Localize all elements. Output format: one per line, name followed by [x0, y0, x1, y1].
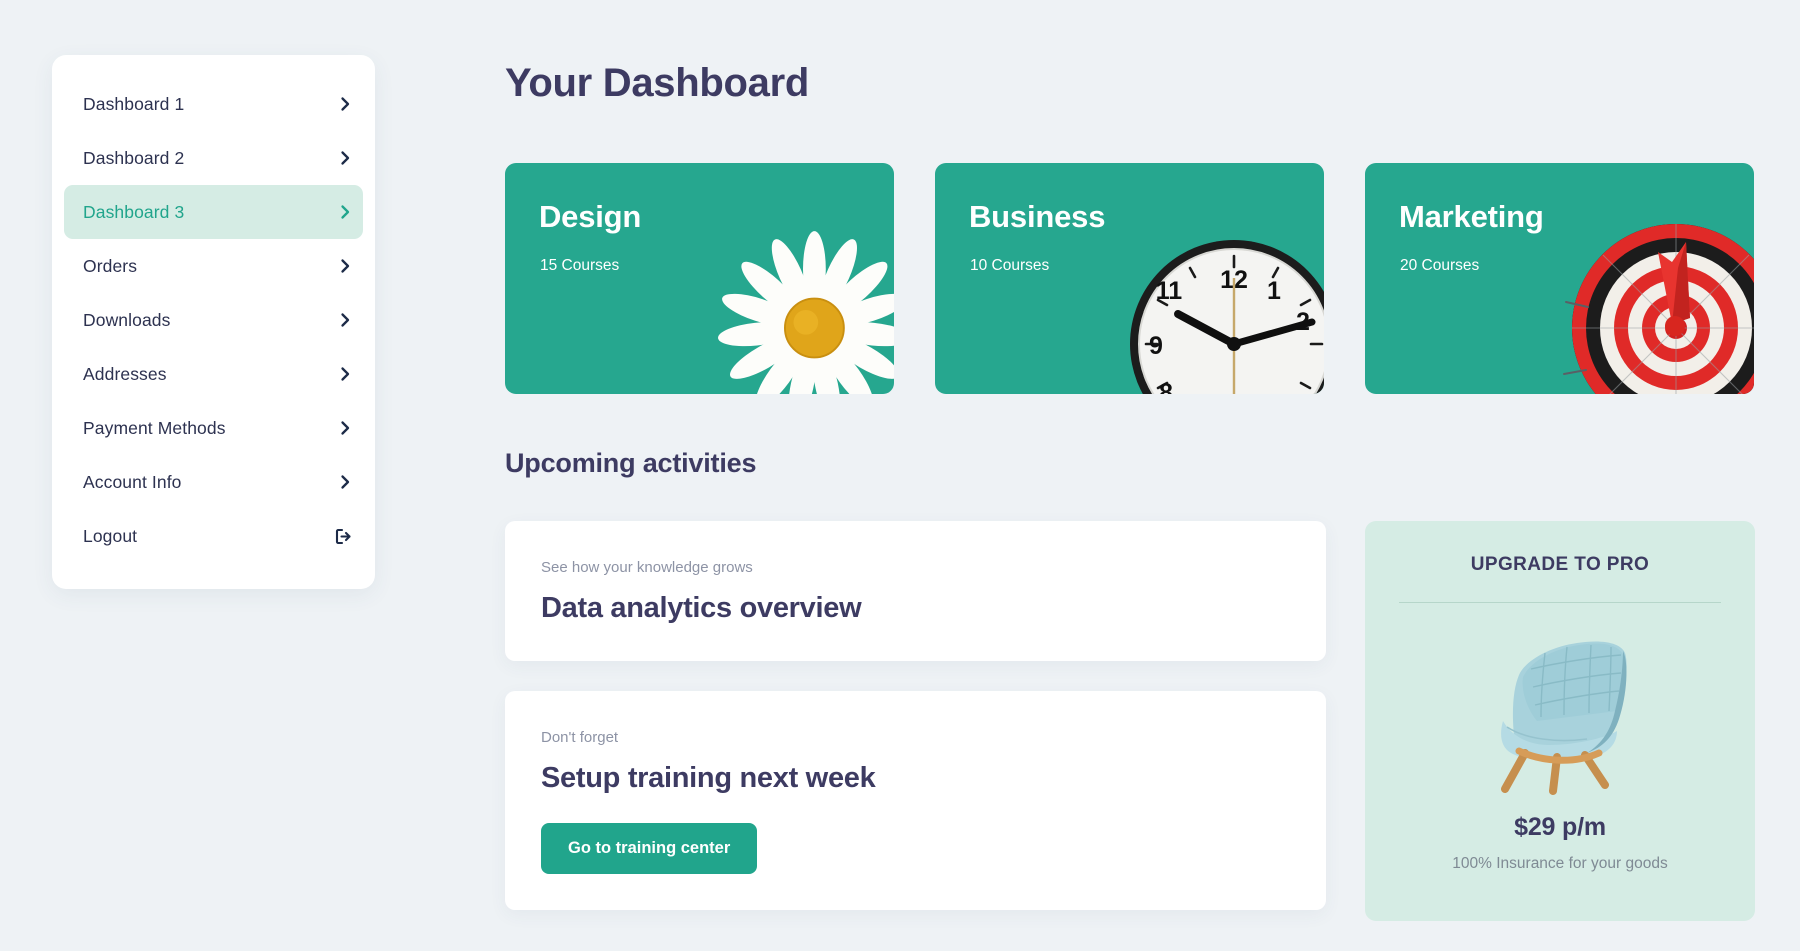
sidebar-item-downloads[interactable]: Downloads	[64, 293, 363, 347]
svg-text:12: 12	[1220, 266, 1248, 294]
upgrade-divider	[1399, 602, 1721, 603]
activity-kicker: See how your knowledge grows	[541, 559, 753, 576]
chevron-right-icon	[337, 474, 353, 490]
sidebar-item-label: Addresses	[83, 363, 167, 384]
go-to-training-center-button[interactable]: Go to training center	[541, 823, 758, 874]
activity-heading: Setup training next week	[541, 762, 876, 794]
course-card-marketing[interactable]: Marketing 20 Courses	[1365, 163, 1754, 394]
activity-kicker: Don't forget	[541, 729, 619, 746]
activity-heading: Data analytics overview	[541, 592, 862, 624]
sidebar-nav: Dashboard 1 Dashboard 2 Dashboard 3 Orde…	[52, 55, 375, 589]
upgrade-panel-title: UPGRADE TO PRO	[1470, 554, 1650, 575]
sidebar-item-label: Orders	[83, 255, 138, 276]
svg-text:2: 2	[1296, 308, 1310, 336]
sidebar-item-label: Payment Methods	[83, 417, 226, 438]
svg-text:9: 9	[1149, 332, 1163, 360]
course-card-count: 20 Courses	[1400, 257, 1480, 274]
activities-list: See how your knowledge grows Data analyt…	[505, 521, 1326, 910]
course-card-business[interactable]: Business 10 Courses 12 1 2 11 9 8 7	[935, 163, 1324, 394]
course-card-count: 15 Courses	[540, 257, 620, 274]
sidebar-item-dashboard-3[interactable]: Dashboard 3	[64, 185, 363, 239]
svg-text:8: 8	[1159, 379, 1173, 394]
sidebar-item-logout[interactable]: Logout	[64, 509, 363, 563]
dashboard-page: Dashboard 1 Dashboard 2 Dashboard 3 Orde…	[0, 0, 1800, 951]
logout-icon	[334, 527, 353, 546]
course-card-title: Business	[969, 199, 1106, 234]
chevron-right-icon	[337, 312, 353, 328]
sidebar-item-addresses[interactable]: Addresses	[64, 347, 363, 401]
sidebar-item-payment-methods[interactable]: Payment Methods	[64, 401, 363, 455]
activity-card-setup-training[interactable]: Don't forget Setup training next week Go…	[505, 691, 1326, 910]
sidebar-item-label: Dashboard 3	[83, 201, 185, 222]
sidebar-item-orders[interactable]: Orders	[64, 239, 363, 293]
sidebar-item-label: Logout	[83, 525, 138, 546]
section-title-upcoming-activities: Upcoming activities	[505, 448, 757, 478]
svg-text:11: 11	[1156, 277, 1183, 305]
chevron-right-icon	[337, 150, 353, 166]
course-card-design[interactable]: Design 15 Courses	[505, 163, 894, 394]
sidebar-item-account-info[interactable]: Account Info	[64, 455, 363, 509]
daisy-flower-image	[718, 231, 894, 394]
sidebar-item-label: Dashboard 1	[83, 93, 185, 114]
wall-clock-image: 12 1 2 11 9 8 7	[1130, 240, 1324, 394]
chevron-right-icon	[337, 366, 353, 382]
dartboard-target-image	[1563, 224, 1754, 394]
course-cards-row: Design 15 Courses Business 10 Courses 12…	[505, 163, 1755, 394]
sidebar-item-label: Dashboard 2	[83, 147, 185, 168]
svg-text:1: 1	[1267, 277, 1281, 305]
upgrade-to-pro-panel[interactable]: UPGRADE TO PRO $29 p/m 100% Insurance fo…	[1365, 521, 1755, 921]
sidebar-item-dashboard-1[interactable]: Dashboard 1	[64, 77, 363, 131]
upgrade-note: 100% Insurance for your goods	[1452, 855, 1668, 872]
main-content: Your Dashboard Design 15 Courses Busines…	[505, 0, 1755, 951]
sidebar-item-label: Account Info	[83, 471, 182, 492]
sidebar-item-label: Downloads	[83, 309, 171, 330]
upgrade-price: $29 p/m	[1514, 813, 1606, 841]
course-card-title: Marketing	[1399, 199, 1544, 234]
course-card-title: Design	[539, 199, 642, 234]
chevron-right-icon	[337, 96, 353, 112]
chevron-right-icon	[337, 258, 353, 274]
chevron-right-icon	[337, 204, 353, 220]
sidebar-item-dashboard-2[interactable]: Dashboard 2	[64, 131, 363, 185]
activity-card-data-analytics[interactable]: See how your knowledge grows Data analyt…	[505, 521, 1326, 661]
course-card-count: 10 Courses	[970, 257, 1050, 274]
blue-lounge-chair-image	[1500, 641, 1627, 795]
page-title: Your Dashboard	[505, 61, 809, 105]
chevron-right-icon	[337, 420, 353, 436]
